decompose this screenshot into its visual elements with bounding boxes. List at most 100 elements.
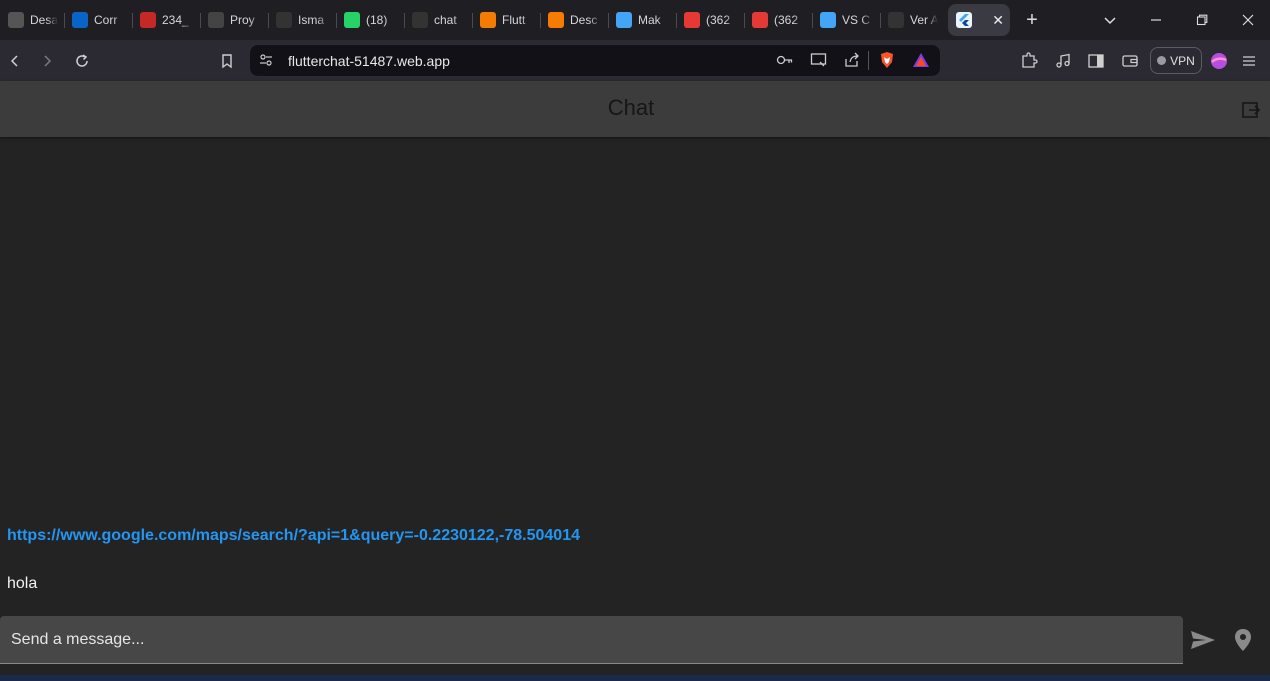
tab-label: Isma: [298, 13, 325, 27]
flutter-icon: [820, 12, 836, 28]
github-icon: [412, 12, 428, 28]
send-icon[interactable]: [1189, 628, 1217, 652]
tab-label: Proy: [230, 13, 255, 27]
site-settings-icon[interactable]: [259, 53, 273, 67]
github-icon: [276, 12, 292, 28]
minimize-button[interactable]: [1133, 0, 1179, 40]
logout-icon[interactable]: [1241, 100, 1261, 120]
tab-active[interactable]: ✕: [948, 4, 1010, 36]
tab-4[interactable]: Isma: [268, 4, 336, 36]
app-icon: [140, 12, 156, 28]
forward-arrow-icon: [44, 55, 52, 67]
back-button[interactable]: [1, 47, 29, 75]
reload-icon: [76, 54, 88, 67]
flutter-icon: [616, 12, 632, 28]
youtube-icon: [752, 12, 768, 28]
wallet-button[interactable]: [1116, 47, 1144, 75]
hamburger-menu-icon: [1243, 56, 1255, 66]
menu-button[interactable]: [1235, 47, 1263, 75]
tab-12[interactable]: VS C: [812, 4, 880, 36]
reload-button[interactable]: [68, 47, 96, 75]
tab-5[interactable]: (18): [336, 4, 404, 36]
tab-7[interactable]: Flutt: [472, 4, 540, 36]
chatgpt-icon: [208, 12, 224, 28]
key-icon[interactable]: [776, 53, 794, 67]
location-pin-icon[interactable]: [1233, 628, 1253, 652]
firebase-icon: [548, 12, 564, 28]
message-input[interactable]: [0, 616, 1183, 663]
message-composer: [0, 616, 1183, 664]
tab-0[interactable]: Desa: [0, 4, 64, 36]
browser-tabstrip: Desa Corr 234_ Proy Isma (18) chat Flutt Desc Mak…: [0, 0, 1270, 40]
firebase-icon: [480, 12, 496, 28]
bookmark-button[interactable]: [213, 47, 241, 75]
tab-13[interactable]: Ver A: [880, 4, 944, 36]
tab-2[interactable]: 234_: [132, 4, 200, 36]
share-icon[interactable]: [844, 52, 860, 68]
vpn-button[interactable]: VPN: [1150, 47, 1202, 74]
brave-rewards-icon[interactable]: [912, 52, 930, 68]
os-taskbar: [0, 675, 1270, 681]
flutter-icon: [956, 12, 972, 28]
tab-label: Ver A: [910, 13, 938, 27]
tab-label: (18): [366, 13, 388, 27]
tab-8[interactable]: Desc: [540, 4, 608, 36]
tab-6[interactable]: chat: [404, 4, 472, 36]
grid-logo-icon: [8, 12, 24, 28]
bookmark-icon: [222, 54, 232, 69]
app-bar: Chat: [0, 81, 1270, 137]
vpn-status-dot: [1157, 56, 1167, 65]
message-text: hola: [7, 575, 38, 592]
tab-label: Corr: [94, 13, 118, 27]
youtube-icon: [684, 12, 700, 28]
tab-9[interactable]: Mak: [608, 4, 676, 36]
tab-label: Mak: [638, 13, 661, 27]
url-text: flutterchat-51487.web.app: [288, 53, 450, 69]
brave-shield-icon[interactable]: [879, 51, 895, 69]
close-icon: [1242, 14, 1254, 26]
tab-list: Desa Corr 234_ Proy Isma (18) chat Flutt Desc Mak…: [0, 0, 944, 40]
cast-icon[interactable]: [810, 52, 828, 68]
separator: [868, 51, 869, 70]
media-button[interactable]: [1049, 47, 1077, 75]
sidebar-button[interactable]: [1082, 47, 1110, 75]
page-title: Chat: [607, 95, 655, 120]
af-icon: [888, 12, 904, 28]
tab-10[interactable]: (362: [676, 4, 744, 36]
puzzle-icon: [1022, 52, 1038, 68]
vpn-label: VPN: [1170, 53, 1195, 68]
restore-icon: [1196, 14, 1208, 26]
new-tab-button[interactable]: +: [1016, 4, 1048, 36]
profile-button[interactable]: [1205, 47, 1233, 75]
sidebar-icon: [1088, 54, 1104, 68]
tab-label: (362: [774, 13, 799, 27]
restore-button[interactable]: [1179, 0, 1225, 40]
tab-search-button[interactable]: [1087, 0, 1133, 40]
forward-button[interactable]: [33, 47, 61, 75]
outlook-icon: [72, 12, 88, 28]
browser-toolbar: flutterchat-51487.web.app VPN: [0, 40, 1270, 81]
close-window-button[interactable]: [1225, 0, 1270, 40]
close-tab-icon[interactable]: ✕: [982, 12, 1004, 29]
tab-label: 234_: [162, 13, 189, 27]
whatsapp-icon: [344, 12, 360, 28]
tab-label: chat: [434, 13, 457, 27]
tab-label: Flutt: [502, 13, 526, 27]
profile-avatar-icon: [1211, 53, 1227, 69]
tab-label: Desc: [570, 13, 598, 27]
address-bar[interactable]: flutterchat-51487.web.app: [250, 45, 940, 76]
back-arrow-icon: [10, 55, 18, 67]
message-location-link[interactable]: https://www.google.com/maps/search/?api=…: [7, 527, 580, 545]
minimize-icon: [1151, 19, 1161, 21]
tab-label: (362: [706, 13, 731, 27]
music-note-icon: [1056, 53, 1070, 68]
tab-11[interactable]: (362: [744, 4, 812, 36]
tab-3[interactable]: Proy: [200, 4, 268, 36]
chat-app: Chat https://www.google.com/maps/search/…: [0, 81, 1270, 675]
extensions-button[interactable]: [1015, 47, 1043, 75]
wallet-icon: [1122, 55, 1138, 67]
tab-label: VS C: [842, 13, 871, 27]
tab-label: Desa: [30, 13, 58, 27]
tab-1[interactable]: Corr: [64, 4, 132, 36]
chevron-down-icon: [1104, 17, 1116, 25]
